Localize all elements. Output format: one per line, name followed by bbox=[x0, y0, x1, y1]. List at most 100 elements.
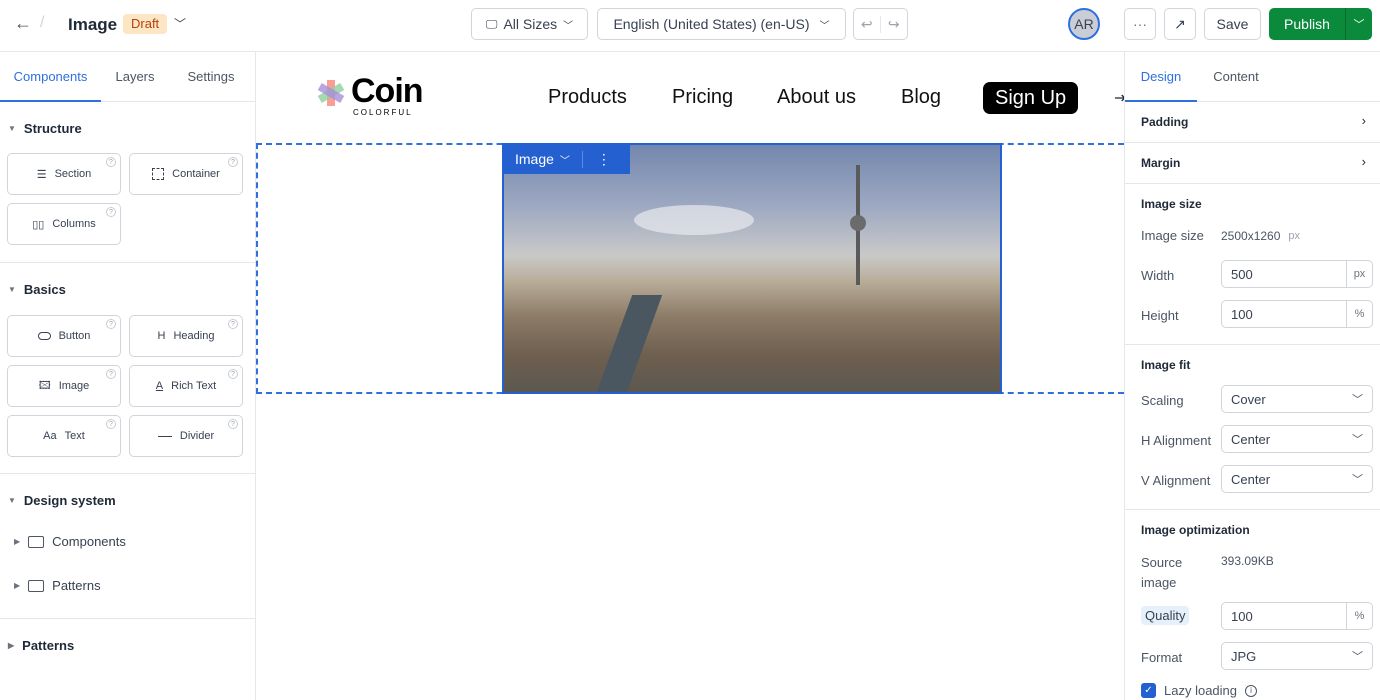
help-icon[interactable]: ? bbox=[228, 157, 238, 167]
more-button[interactable]: ··· bbox=[1124, 8, 1156, 40]
value: 100 bbox=[1231, 306, 1253, 322]
nav-products[interactable]: Products bbox=[548, 86, 627, 109]
status-badge: Draft bbox=[123, 14, 168, 34]
menu-icon[interactable]: ⇥ bbox=[1114, 88, 1124, 108]
help-icon[interactable]: ? bbox=[228, 319, 238, 329]
value: 100 bbox=[1231, 608, 1253, 624]
redo-icon[interactable]: ↪ bbox=[881, 16, 907, 33]
component-heading[interactable]: H Heading? bbox=[129, 315, 243, 357]
component-rich-text[interactable]: A Rich Text? bbox=[129, 365, 243, 407]
nav-blog[interactable]: Blog bbox=[901, 86, 941, 109]
h-alignment-select[interactable]: Center ﹀ bbox=[1221, 425, 1373, 453]
label: Image size bbox=[1141, 228, 1204, 243]
help-icon[interactable]: ? bbox=[228, 369, 238, 379]
undo-redo-group: ↩ ↪ bbox=[853, 8, 908, 40]
card-label: Text bbox=[64, 430, 85, 442]
section-title: Design system bbox=[23, 493, 116, 508]
desktop-icon: 🖵 bbox=[485, 16, 498, 31]
padding-row[interactable]: Padding bbox=[1141, 115, 1188, 129]
structure-header[interactable]: ▼ Structure bbox=[8, 121, 82, 136]
publish-button[interactable]: Publish bbox=[1269, 8, 1345, 40]
top-bar: ← / Image Draft ﹀ 🖵 All Sizes ﹀ English (U… bbox=[0, 0, 1380, 52]
lazy-loading-checkbox[interactable]: ✓ bbox=[1141, 683, 1156, 698]
component-container[interactable]: Container? bbox=[129, 153, 243, 195]
card-label: Rich Text bbox=[171, 380, 217, 392]
help-icon[interactable]: ? bbox=[106, 207, 116, 217]
component-image[interactable]: 🖾 Image? bbox=[7, 365, 121, 407]
component-text[interactable]: Aa Text? bbox=[7, 415, 121, 457]
label: Scaling bbox=[1141, 393, 1184, 408]
info-icon[interactable]: i bbox=[1245, 684, 1257, 697]
avatar[interactable]: AR bbox=[1068, 8, 1100, 40]
cloud bbox=[634, 205, 754, 235]
label: Height bbox=[1141, 308, 1179, 323]
help-icon[interactable]: ? bbox=[106, 319, 116, 329]
card-label: Container bbox=[172, 168, 220, 180]
text-icon: Aa bbox=[43, 430, 57, 442]
image-size-title: Image size bbox=[1141, 197, 1202, 211]
section-title: Structure bbox=[23, 121, 82, 136]
chevron-right-icon[interactable]: › bbox=[1362, 113, 1366, 128]
undo-icon[interactable]: ↩ bbox=[854, 15, 881, 33]
more-vertical-icon[interactable]: ⋮ bbox=[581, 150, 611, 168]
help-icon[interactable]: ? bbox=[106, 157, 116, 167]
card-label: Divider bbox=[179, 430, 215, 442]
page-title: Image bbox=[68, 15, 118, 34]
component-button[interactable]: Button? bbox=[7, 315, 121, 357]
value: 500 bbox=[1231, 266, 1253, 282]
margin-row[interactable]: Margin bbox=[1141, 156, 1180, 170]
tab-design[interactable]: Design bbox=[1125, 52, 1197, 102]
chevron-down-icon: ﹀ bbox=[1352, 434, 1363, 446]
design-system-header[interactable]: ▼ Design system bbox=[8, 493, 116, 508]
selected-image[interactable] bbox=[502, 143, 1002, 394]
tab-components[interactable]: Components bbox=[0, 52, 101, 102]
optimization-title: Image optimization bbox=[1141, 523, 1250, 537]
back-arrow-icon[interactable]: ← bbox=[14, 13, 32, 34]
folder-components[interactable]: ▶ Components bbox=[14, 534, 126, 549]
save-button[interactable]: Save bbox=[1204, 8, 1261, 40]
chevron-down-icon: ﹀ bbox=[819, 20, 830, 32]
width-input[interactable]: 500 px bbox=[1221, 260, 1373, 288]
left-panel: Components Layers Settings ▼ Structure ☰ S… bbox=[0, 52, 256, 700]
basics-header[interactable]: ▼ Basics bbox=[8, 282, 66, 297]
help-icon[interactable]: ? bbox=[106, 369, 116, 379]
tab-content[interactable]: Content bbox=[1197, 52, 1275, 101]
external-link-icon[interactable]: ↗ bbox=[1164, 8, 1196, 40]
scaling-select[interactable]: Cover ﹀ bbox=[1221, 385, 1373, 413]
canvas[interactable]: Coin COLORFUL Products Pricing About us … bbox=[256, 52, 1124, 700]
v-alignment-select[interactable]: Center ﹀ bbox=[1221, 465, 1373, 493]
tab-layers[interactable]: Layers bbox=[101, 52, 169, 101]
tab-settings[interactable]: Settings bbox=[169, 52, 253, 101]
coin-logo-icon bbox=[317, 80, 345, 106]
chevron-down-icon[interactable]: ﹀ bbox=[174, 15, 186, 32]
component-divider[interactable]: Divider? bbox=[129, 415, 243, 457]
patterns-header[interactable]: ▶ Patterns bbox=[8, 638, 74, 653]
lazy-loading-label: Lazy loading bbox=[1164, 683, 1237, 698]
height-input[interactable]: 100% bbox=[1221, 300, 1373, 328]
locale-label: English (United States) (en-US) bbox=[613, 16, 810, 32]
component-section[interactable]: ☰ Section? bbox=[7, 153, 121, 195]
chevron-right-icon[interactable]: › bbox=[1362, 154, 1366, 169]
folder-icon bbox=[28, 579, 45, 592]
chevron-down-icon[interactable]: ﹀ bbox=[554, 152, 582, 167]
card-label: Image bbox=[58, 380, 90, 392]
nav-pricing[interactable]: Pricing bbox=[672, 86, 733, 109]
unit[interactable]: px bbox=[1346, 261, 1372, 287]
help-icon[interactable]: ? bbox=[228, 419, 238, 429]
label: Source image bbox=[1141, 555, 1183, 590]
component-columns[interactable]: ▯▯ Columns? bbox=[7, 203, 121, 245]
folder-label: Components bbox=[52, 534, 126, 549]
sizes-dropdown[interactable]: 🖵 All Sizes ﹀ bbox=[471, 8, 588, 40]
chevron-down-icon: ﹀ bbox=[1352, 394, 1363, 406]
chevron-down-icon: ﹀ bbox=[1352, 474, 1363, 486]
unit[interactable]: % bbox=[1346, 301, 1372, 327]
quality-input[interactable]: 100% bbox=[1221, 602, 1373, 630]
signup-button[interactable]: Sign Up bbox=[983, 82, 1079, 114]
help-icon[interactable]: ? bbox=[106, 419, 116, 429]
publish-options-chevron-icon[interactable]: ﹀ bbox=[1345, 8, 1372, 40]
format-select[interactable]: JPG ﹀ bbox=[1221, 642, 1373, 670]
selection-label[interactable]: Image bbox=[503, 151, 554, 167]
locale-dropdown[interactable]: English (United States) (en-US) ﹀ bbox=[597, 8, 846, 40]
folder-patterns[interactable]: ▶ Patterns bbox=[14, 578, 101, 593]
nav-about[interactable]: About us bbox=[777, 86, 856, 109]
